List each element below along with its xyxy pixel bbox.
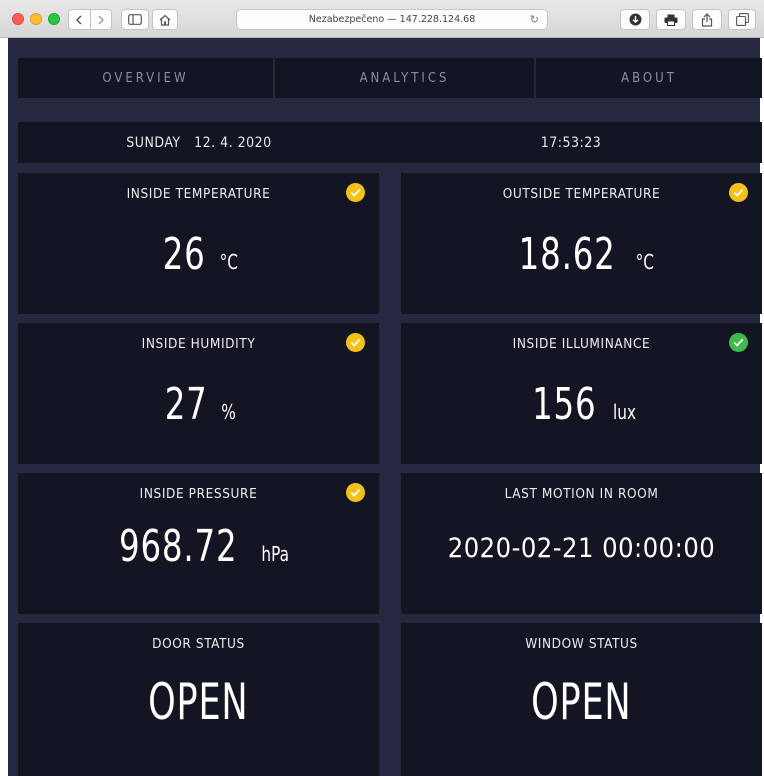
window-status-value: OPEN <box>531 673 632 731</box>
card-title: INSIDE PRESSURE <box>139 486 258 502</box>
card-title: INSIDE HUMIDITY <box>141 336 256 352</box>
reading: 18.62 °C <box>401 229 762 280</box>
reading-value: 18.62 <box>518 229 616 280</box>
reading: 27% <box>18 379 379 430</box>
sidebar-button[interactable] <box>121 9 149 30</box>
dashboard-page: OVERVIEW ANALYTICS ABOUT SUNDAY 12. 4. 2… <box>8 38 762 776</box>
card-title: WINDOW STATUS <box>525 636 638 652</box>
inside-pressure-card: INSIDE PRESSURE 968.72 hPa <box>18 473 379 614</box>
browser-toolbar: Nezabezpečeno — 147.228.124.68 ↻ <box>0 0 764 38</box>
reading-unit: lux <box>613 400 637 424</box>
reading-unit: °C <box>635 250 654 274</box>
warning-check-icon <box>346 183 365 202</box>
card-title: INSIDE ILLUMINANCE <box>512 336 651 352</box>
reading-unit: hPa <box>260 542 289 566</box>
door-status-card: DOOR STATUS OPEN <box>18 623 379 776</box>
address-text: Nezabezpečeno — 147.228.124.68 <box>308 14 476 25</box>
outside-temperature-card: OUTSIDE TEMPERATURE 18.62 °C <box>401 173 762 314</box>
minimize-window-button[interactable] <box>30 13 42 25</box>
sidebar-icon <box>128 14 142 25</box>
current-time: 17:53:23 <box>540 134 602 151</box>
print-button[interactable] <box>656 9 686 30</box>
reading-value: 968.72 <box>119 521 238 572</box>
reading: 968.72 hPa <box>18 521 379 572</box>
reading: 156 lux <box>401 379 762 430</box>
warning-check-icon <box>346 483 365 502</box>
tab-analytics[interactable]: ANALYTICS <box>275 58 534 98</box>
reading-value: 26 <box>162 229 206 280</box>
zoom-window-button[interactable] <box>48 13 60 25</box>
current-date: SUNDAY 12. 4. 2020 <box>126 134 272 151</box>
inside-humidity-card: INSIDE HUMIDITY 27% <box>18 323 379 464</box>
card-title: LAST MOTION IN ROOM <box>504 486 659 502</box>
top-navigation: OVERVIEW ANALYTICS ABOUT <box>18 58 762 98</box>
inside-temperature-card: INSIDE TEMPERATURE 26 °C <box>18 173 379 314</box>
chevron-left-icon <box>76 15 82 24</box>
ok-check-icon <box>729 333 748 352</box>
back-forward-group <box>68 9 112 30</box>
download-icon <box>629 13 641 26</box>
tab-overview[interactable]: OVERVIEW <box>18 58 273 98</box>
reading-unit: °C <box>219 250 238 274</box>
home-button[interactable] <box>152 9 178 30</box>
print-icon <box>664 14 678 26</box>
back-button[interactable] <box>69 10 90 29</box>
reload-icon[interactable]: ↻ <box>530 13 539 26</box>
downloads-button[interactable] <box>620 9 650 30</box>
reading-value: 156 <box>531 379 597 430</box>
last-motion-value: 2020-02-21 00:00:00 <box>447 533 716 564</box>
reading-value: 27 <box>164 379 208 430</box>
card-title: OUTSIDE TEMPERATURE <box>502 186 661 202</box>
date-time-bar: SUNDAY 12. 4. 2020 17:53:23 <box>18 122 762 163</box>
card-title: INSIDE TEMPERATURE <box>126 186 271 202</box>
forward-button[interactable] <box>89 10 112 29</box>
reading-unit: % <box>221 400 236 424</box>
tabs-icon <box>735 13 749 26</box>
home-icon <box>159 14 171 26</box>
tab-overview-button[interactable] <box>728 9 756 30</box>
door-status-value: OPEN <box>148 673 249 731</box>
warning-check-icon <box>346 333 365 352</box>
chevron-right-icon <box>98 15 104 24</box>
reading: 26 °C <box>18 229 379 280</box>
last-motion-card: LAST MOTION IN ROOM 2020-02-21 00:00:00 <box>401 473 762 614</box>
address-bar[interactable]: Nezabezpečeno — 147.228.124.68 ↻ <box>236 9 548 30</box>
warning-check-icon <box>729 183 748 202</box>
tab-about[interactable]: ABOUT <box>536 58 762 98</box>
inside-illuminance-card: INSIDE ILLUMINANCE 156 lux <box>401 323 762 464</box>
share-icon <box>701 12 713 27</box>
card-title: DOOR STATUS <box>152 636 245 652</box>
close-window-button[interactable] <box>12 13 24 25</box>
share-button[interactable] <box>692 9 722 30</box>
window-status-card: WINDOW STATUS OPEN <box>401 623 762 776</box>
